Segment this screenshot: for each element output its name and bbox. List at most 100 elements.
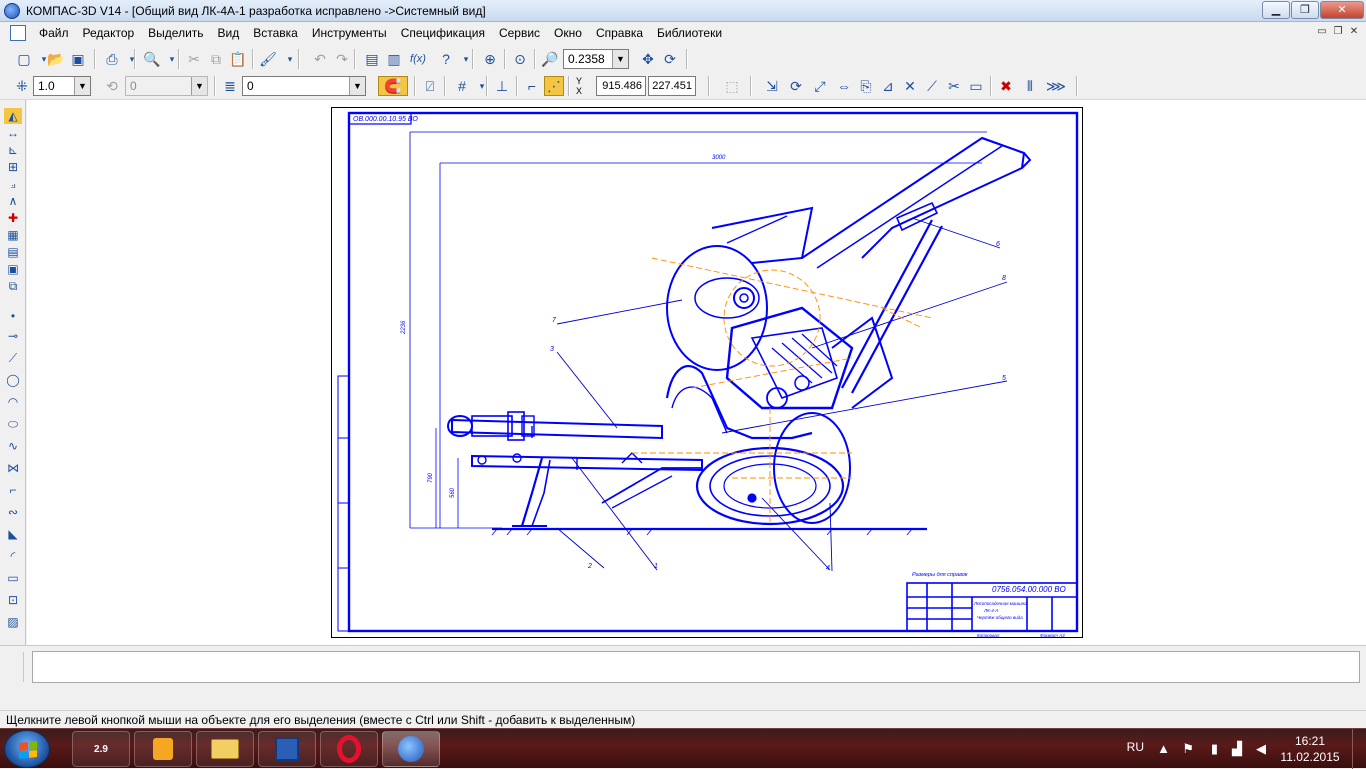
param-icon[interactable]: ⟓ (4, 176, 22, 192)
dimensions-icon[interactable]: ↔ (4, 125, 22, 141)
chevron-down-icon[interactable]: ▼ (349, 77, 365, 95)
snap-magnet-icon[interactable]: 🧲 (378, 76, 408, 96)
circle-icon[interactable]: ◯ (4, 372, 22, 388)
chevron-down-icon[interactable]: ▼ (191, 77, 207, 95)
battery-icon[interactable]: ▮ (1211, 741, 1218, 757)
refresh-icon[interactable]: ⟳ (660, 49, 680, 69)
aux-line-icon[interactable]: ⊸ (4, 328, 22, 344)
dropdown-arrow-icon[interactable]: ▾ (280, 49, 300, 69)
preview-icon[interactable]: 🔍 (142, 49, 162, 69)
grid-icon[interactable]: # (452, 76, 472, 96)
variables-icon[interactable]: f(x) (406, 49, 430, 69)
taskbar-app-kompas[interactable] (382, 731, 440, 767)
edit-scale-icon[interactable]: ⤢ (810, 76, 830, 96)
menu-window[interactable]: Окно (547, 22, 589, 44)
chevron-down-icon[interactable]: ▼ (74, 77, 90, 95)
spec-icon[interactable]: ▤ (4, 244, 22, 260)
tray-expand-icon[interactable]: ▲ (1157, 741, 1170, 756)
measure-icon[interactable]: ∧ (4, 193, 22, 209)
delete-icon[interactable]: ✖ (996, 76, 1016, 96)
start-button[interactable] (4, 730, 50, 768)
contour-icon[interactable]: ⊡ (4, 592, 22, 608)
copy-icon[interactable]: ⧉ (206, 49, 226, 69)
manager-icon[interactable]: ▤ (362, 49, 382, 69)
edit-cut-icon[interactable]: ✂ (944, 76, 964, 96)
menu-select[interactable]: Выделить (141, 22, 210, 44)
menu-editor[interactable]: Редактор (76, 22, 142, 44)
doc-minimize-button[interactable]: ▭ (1316, 26, 1328, 38)
edit-break-icon[interactable]: ⟋ (922, 76, 942, 96)
chevron-down-icon[interactable]: ▼ (612, 50, 628, 68)
edit-clipboard-icon[interactable]: ▭ (966, 76, 986, 96)
macro-icon[interactable]: ⋙ (1046, 76, 1066, 96)
close-button[interactable]: ✕ (1320, 1, 1364, 19)
cursor-step-icon[interactable]: ⁜ (12, 76, 32, 96)
properties-area[interactable] (32, 651, 1360, 683)
edit-symmetry-icon[interactable]: ⇔ (834, 76, 854, 96)
doc-restore-button[interactable]: ❐ (1332, 26, 1344, 38)
taskbar-app-cityinfo[interactable]: 2.9 (72, 731, 130, 767)
polyline-icon[interactable]: ⌐ (4, 482, 22, 498)
show-desktop-button[interactable] (1352, 729, 1366, 769)
geometry-icon[interactable]: ◭ (4, 108, 22, 124)
drawing-sheet[interactable]: ОВ.000.00.10.95 ВО 3000 2236 790 560 7 3… (331, 107, 1083, 638)
menu-specification[interactable]: Спецификация (394, 22, 492, 44)
language-indicator[interactable]: RU (1127, 740, 1144, 754)
grid-edit-icon[interactable]: ⊞ (4, 159, 22, 175)
menu-insert[interactable]: Вставка (246, 22, 305, 44)
dropdown-arrow-icon[interactable]: ▾ (122, 49, 142, 69)
edit-deform-icon[interactable]: ⊿ (878, 76, 898, 96)
zoom-scale-select[interactable]: 0.2358 ▼ (563, 49, 629, 69)
taskbar-app-opera[interactable] (320, 731, 378, 767)
hatch-icon[interactable]: ▨ (4, 614, 22, 630)
undo-icon[interactable]: ↶ (310, 49, 330, 69)
cursor-step-select[interactable]: 1.0 ▼ (33, 76, 91, 96)
menu-tools[interactable]: Инструменты (305, 22, 394, 44)
fragments-icon[interactable]: ⧉ (4, 278, 22, 294)
associative-icon[interactable]: ▦ (4, 227, 22, 243)
flag-icon[interactable]: ⚑ (1182, 741, 1194, 757)
report-icon[interactable]: ▣ (4, 261, 22, 277)
edit-trim-icon[interactable]: ✕ (900, 76, 920, 96)
spline-icon[interactable]: ∿ (4, 438, 22, 454)
rectangle-icon[interactable]: ▭ (4, 570, 22, 586)
edit-move-icon[interactable]: ⇲ (762, 76, 782, 96)
chamfer-icon[interactable]: ◣ (4, 526, 22, 542)
menu-view[interactable]: Вид (211, 22, 247, 44)
drawing-workspace[interactable]: ОВ.000.00.10.95 ВО 3000 2236 790 560 7 3… (27, 100, 1366, 645)
minimize-button[interactable]: ▁ (1262, 1, 1290, 19)
layers-icon[interactable]: ≣ (220, 76, 240, 96)
round-icon[interactable]: ⋰ (544, 76, 564, 96)
edit-copy-icon[interactable]: ⎘ (856, 76, 876, 96)
coord-y-field[interactable]: 227.451 (648, 76, 696, 96)
cut-icon[interactable]: ✂ (184, 49, 204, 69)
align-icon[interactable]: ⫴ (1020, 76, 1040, 96)
format-painter-icon[interactable]: 🖌 (258, 49, 278, 69)
open-folder-icon[interactable]: 📂 (46, 49, 66, 69)
menu-help[interactable]: Справка (589, 22, 650, 44)
restore-button[interactable]: ❐ (1291, 1, 1319, 19)
local-cs-icon[interactable]: ⊥ (492, 76, 512, 96)
network-signal-icon[interactable]: ▟ (1232, 741, 1242, 757)
fillet-icon[interactable]: ◜ (4, 548, 22, 564)
point-icon[interactable]: • (4, 308, 22, 324)
clock[interactable]: 16:21 11.02.2015 (1280, 733, 1340, 765)
coord-x-field[interactable]: 915.486 (596, 76, 646, 96)
kompas-app-icon[interactable] (4, 2, 20, 19)
local-snap-icon[interactable]: ⍁ (420, 76, 440, 96)
redo-icon[interactable]: ↷ (332, 49, 352, 69)
context-help-icon[interactable]: ? (436, 49, 456, 69)
bezier-icon[interactable]: ∾ (4, 504, 22, 520)
paste-icon[interactable]: 📋 (228, 49, 248, 69)
arc-icon[interactable]: ◠ (4, 394, 22, 410)
nurbs-icon[interactable]: ⋈ (4, 460, 22, 476)
save-icon[interactable]: ▣ (68, 49, 88, 69)
taskbar-app-explorer[interactable] (196, 731, 254, 767)
zoom-in-icon[interactable]: 🔎 (540, 49, 560, 69)
pan-icon[interactable]: ✥ (638, 49, 658, 69)
panel-grip[interactable] (6, 652, 24, 682)
angle-icon[interactable]: ⟲ (102, 76, 122, 96)
layer-select[interactable]: 0 ▼ (242, 76, 366, 96)
edit-rotate-icon[interactable]: ⟳ (786, 76, 806, 96)
menu-file[interactable]: Файл (32, 22, 76, 44)
